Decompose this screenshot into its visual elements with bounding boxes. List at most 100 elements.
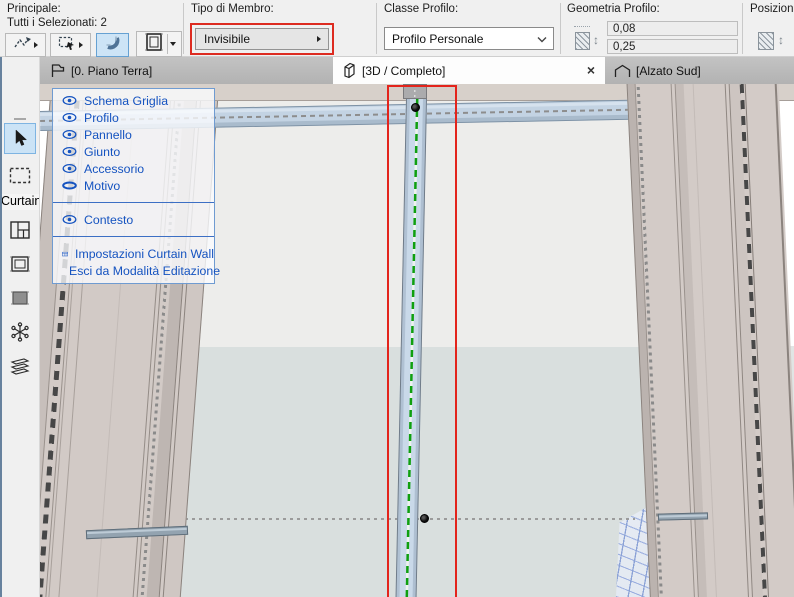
tab-label: [3D / Completo] <box>362 64 445 78</box>
menu-item-label: Giunto <box>84 145 120 159</box>
eye-open-icon <box>62 146 77 157</box>
scheme-grid-icon <box>9 219 31 241</box>
menu-item-label: Schema Griglia <box>84 94 168 108</box>
right-profile-column[interactable] <box>626 84 794 597</box>
menu-item-label: Impostazioni Curtain Wall <box>75 247 214 261</box>
marquee-select-button[interactable] <box>50 33 91 57</box>
edit-path-icon <box>13 36 32 55</box>
close-tab-icon[interactable]: × <box>587 63 595 77</box>
magnet-icon <box>104 34 122 57</box>
section-label-classe-profilo: Classe Profilo: <box>384 3 458 15</box>
menu-item-impostazioni[interactable]: Impostazioni Curtain Wall <box>53 245 214 262</box>
tab-3d-completo[interactable]: [3D / Completo] × <box>333 57 605 84</box>
palette-title: Curtain Wall <box>1 194 39 210</box>
top-toolbar: Principale: Tutti i Selezionati: 2 Tipo … <box>0 0 794 57</box>
selection-status: Tutti i Selezionati: 2 <box>7 17 107 29</box>
story-icon <box>50 63 66 78</box>
eye-closed-icon <box>62 180 77 191</box>
menu-item-esci[interactable]: Esci da Modalità Editazione <box>53 262 214 279</box>
member-type-highlight-frame: Invisibile <box>190 23 334 55</box>
panel-icon <box>9 287 31 309</box>
chevron-down-icon <box>170 42 176 46</box>
cursor-arrow-icon <box>12 129 29 148</box>
chevron-right-icon <box>317 36 321 42</box>
menu-item-contesto[interactable]: Contesto <box>53 211 214 228</box>
menu-item-pannello[interactable]: Pannello <box>53 126 214 143</box>
menu-item-giunto[interactable]: Giunto <box>53 143 214 160</box>
menu-item-label: Pannello <box>84 128 132 142</box>
hatched-profile-shape <box>758 32 774 50</box>
profile-width-field[interactable] <box>607 21 738 36</box>
width-dimension-line <box>574 26 590 27</box>
chevron-down-icon <box>537 36 547 43</box>
arrow-select-tool[interactable] <box>4 123 36 154</box>
menu-item-motivo[interactable]: Motivo <box>53 177 214 194</box>
accessory-tool[interactable] <box>4 350 36 381</box>
chevron-right-icon <box>79 42 83 48</box>
height-arrow: ↕ <box>593 34 599 46</box>
junction-icon <box>9 321 31 343</box>
accessory-icon <box>9 355 31 377</box>
menu-item-label: Accessorio <box>84 162 144 176</box>
menu-item-schema-griglia[interactable]: Schema Griglia <box>53 92 214 109</box>
profile-position-icon: ↕ <box>757 22 794 54</box>
member-type-value: Invisibile <box>204 32 250 46</box>
curtain-wall-display-menu: Schema Griglia Profilo Pannello Giunto A… <box>52 88 215 284</box>
window-edge-accent <box>0 57 2 597</box>
frame-icon <box>9 253 31 275</box>
member-type-dropdown[interactable]: Invisibile <box>195 28 329 50</box>
eye-open-icon <box>62 112 77 123</box>
profile-height-field[interactable] <box>607 39 738 54</box>
hatched-profile-shape <box>575 32 590 50</box>
menu-item-label: Profilo <box>84 111 119 125</box>
offset-arrow: ↕ <box>778 34 784 46</box>
cube-3d-icon <box>341 62 357 79</box>
marquee-tool[interactable] <box>4 160 36 191</box>
tab-label: [0. Piano Terra] <box>71 64 152 78</box>
view-tab-bar: [0. Piano Terra] [3D / Completo] × [Alza… <box>40 57 794 84</box>
right-small-transom[interactable] <box>658 512 708 520</box>
elevation-icon <box>614 64 631 78</box>
menu-separator <box>53 202 214 203</box>
section-label-posizione: Posizione se <box>750 3 794 15</box>
button-divider <box>167 34 168 54</box>
menu-item-profilo[interactable]: Profilo <box>53 109 214 126</box>
menu-item-accessorio[interactable]: Accessorio <box>53 160 214 177</box>
junction-tool[interactable] <box>4 316 36 347</box>
magnet-snap-button[interactable] <box>96 33 129 57</box>
edit-path-button[interactable] <box>5 33 46 57</box>
profile-geometry-icon: ↕ <box>574 22 604 54</box>
toolbox-sidebar: Curtain Wall <box>0 57 40 597</box>
toolbar-separator <box>183 3 184 54</box>
marquee-cursor-icon <box>58 36 77 55</box>
toolbar-separator <box>742 3 743 54</box>
menu-item-label: Esci da Modalità Editazione <box>69 264 220 278</box>
toolbar-separator <box>560 3 561 54</box>
double-frame-icon <box>143 32 165 57</box>
section-label-geometria: Geometria Profilo: <box>567 3 660 15</box>
menu-item-label: Contesto <box>84 213 133 227</box>
marquee-icon <box>9 167 31 184</box>
panel-tool[interactable] <box>4 282 36 313</box>
tab-label: [Alzato Sud] <box>636 64 701 78</box>
selection-highlight-rect <box>387 85 457 597</box>
eye-open-icon <box>62 214 77 225</box>
eye-open-icon <box>62 163 77 174</box>
profile-class-value: Profilo Personale <box>392 32 483 46</box>
chevron-right-icon <box>34 42 38 48</box>
scheme-grid-tool[interactable] <box>4 214 36 245</box>
tab-alzato-sud[interactable]: [Alzato Sud] <box>606 57 709 84</box>
eye-open-icon <box>62 95 77 106</box>
tab-piano-terra[interactable]: [0. Piano Terra] <box>42 57 160 84</box>
settings-table-icon <box>62 248 68 260</box>
section-label-tipo-membro: Tipo di Membro: <box>191 3 274 15</box>
menu-item-label: Motivo <box>84 179 120 193</box>
eye-open-icon <box>62 129 77 140</box>
frame-display-dropdown-button[interactable] <box>136 31 182 57</box>
frame-tool[interactable] <box>4 248 36 279</box>
profile-class-select[interactable]: Profilo Personale <box>384 27 554 50</box>
section-label-principale: Principale: <box>7 3 61 15</box>
toolbar-separator <box>376 3 377 54</box>
palette-drag-handle[interactable] <box>14 118 26 120</box>
menu-separator <box>53 236 214 237</box>
